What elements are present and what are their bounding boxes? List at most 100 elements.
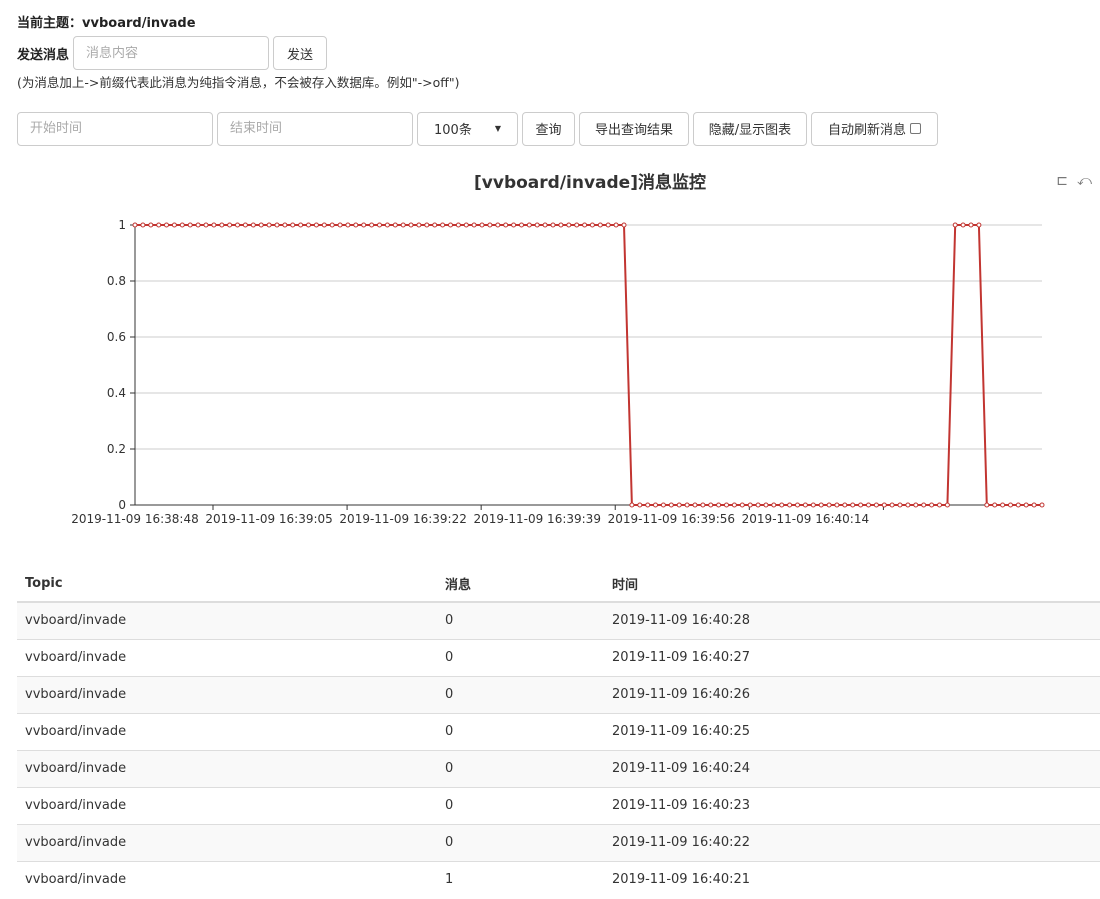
data-point [479, 222, 485, 228]
data-point [826, 502, 832, 508]
table-row: vvboard/invade 0 2019-11-09 16:40:26 [17, 675, 1100, 713]
data-point [921, 502, 927, 508]
data-point [779, 502, 785, 508]
data-point [897, 502, 903, 508]
data-point [700, 502, 706, 508]
table-row: vvboard/invade 1 2019-11-09 16:40:21 [17, 860, 1100, 898]
data-point [171, 222, 177, 228]
cell-time: 2019-11-09 16:40:21 [604, 860, 1100, 898]
toggle-chart-button[interactable]: 隐藏/显示图表 [693, 111, 807, 146]
cell-message: 0 [437, 749, 604, 787]
data-point [621, 222, 627, 228]
query-toolbar: 100条 ▼ 查询 导出查询结果 隐藏/显示图表 自动刷新消息 [17, 111, 942, 146]
data-point [203, 222, 209, 228]
data-point [1008, 502, 1013, 508]
table-row: vvboard/invade 0 2019-11-09 16:40:22 [17, 823, 1100, 861]
data-point [937, 502, 942, 508]
cell-message: 0 [437, 675, 604, 713]
cell-time: 2019-11-09 16:40:28 [604, 601, 1100, 639]
x-tick-label: 2019-11-09 16:39:22 [339, 512, 466, 526]
cell-topic: vvboard/invade [17, 860, 437, 898]
data-point [976, 222, 982, 228]
data-point [534, 222, 540, 228]
data-point [810, 502, 816, 508]
data-point [361, 222, 367, 228]
data-point [337, 222, 343, 228]
cell-message: 0 [437, 786, 604, 824]
data-point [873, 502, 879, 508]
auto-refresh-checkbox[interactable] [910, 123, 921, 134]
message-input[interactable] [73, 36, 270, 70]
data-point [660, 502, 666, 508]
cell-message: 1 [437, 860, 604, 898]
data-point [605, 222, 611, 228]
data-point [866, 502, 871, 508]
topic-label: 当前主题： [17, 16, 83, 31]
series-line [135, 224, 1042, 506]
message-table: Topic 消息 时间 vvboard/invade 0 2019-11-09 16… [17, 566, 1100, 898]
send-message-label: 发送消息 [17, 47, 70, 63]
data-point [653, 502, 658, 508]
data-point [992, 502, 998, 508]
data-point [250, 222, 256, 228]
data-point [377, 222, 382, 228]
limit-select[interactable]: 100条 ▼ [417, 111, 518, 146]
data-point [211, 222, 217, 228]
data-point [400, 222, 406, 228]
data-point [692, 502, 698, 508]
data-point [834, 502, 840, 508]
end-time-input[interactable] [217, 111, 413, 146]
data-point [148, 222, 154, 228]
data-point [968, 222, 974, 228]
data-point [960, 222, 966, 228]
data-point [763, 502, 769, 508]
data-point [416, 222, 422, 228]
send-button[interactable]: 发送 [273, 36, 328, 70]
data-point [566, 222, 572, 228]
table-row: vvboard/invade 0 2019-11-09 16:40:28 [17, 601, 1100, 639]
data-point [684, 502, 690, 508]
data-point [582, 222, 588, 228]
query-button[interactable]: 查询 [522, 111, 575, 146]
data-point [802, 502, 808, 508]
data-point [731, 502, 737, 508]
table-row: vvboard/invade 0 2019-11-09 16:40:25 [17, 712, 1100, 750]
caret-down-icon: ▼ [494, 124, 501, 133]
y-tick-label: 0.8 [107, 274, 126, 288]
data-point [526, 222, 532, 228]
cell-message: 0 [437, 601, 604, 639]
cell-topic: vvboard/invade [17, 749, 437, 787]
data-point [1015, 502, 1021, 508]
data-point [984, 502, 990, 508]
data-point [558, 222, 564, 228]
data-point [739, 502, 745, 508]
data-point [440, 222, 446, 228]
data-point [306, 222, 311, 228]
x-tick-label: 2019-11-09 16:39:05 [205, 512, 332, 526]
cell-time: 2019-11-09 16:40:23 [604, 786, 1100, 824]
start-time-input[interactable] [17, 111, 213, 146]
data-point [597, 222, 603, 228]
cell-topic: vvboard/invade [17, 638, 437, 676]
data-point [140, 222, 146, 228]
data-point [195, 222, 201, 228]
table-header-row: Topic 消息 时间 [17, 566, 1100, 603]
data-point [550, 222, 556, 228]
data-point [668, 502, 674, 508]
cell-time: 2019-11-09 16:40:25 [604, 712, 1100, 750]
data-point [313, 222, 319, 228]
y-tick-label: 0.4 [107, 386, 126, 400]
auto-refresh-button[interactable]: 自动刷新消息 [811, 111, 938, 146]
export-button[interactable]: 导出查询结果 [579, 111, 689, 146]
command-hint: (为消息加上->前缀代表此消息为纯指令消息，不会被存入数据库。例如"->off"… [17, 75, 460, 90]
data-point [179, 222, 185, 228]
data-point [913, 502, 919, 508]
data-point [724, 502, 729, 508]
data-point [1023, 502, 1029, 508]
data-point [929, 502, 935, 508]
line-chart: 0 0.2 0.4 0.6 0.8 1 2019-11-09 16:38:48 2019-11… [71, 218, 1045, 526]
data-point [282, 222, 288, 228]
auto-refresh-label: 自动刷新消息 [827, 123, 906, 138]
limit-select-value: 100条 [434, 123, 472, 138]
data-point [156, 222, 162, 228]
